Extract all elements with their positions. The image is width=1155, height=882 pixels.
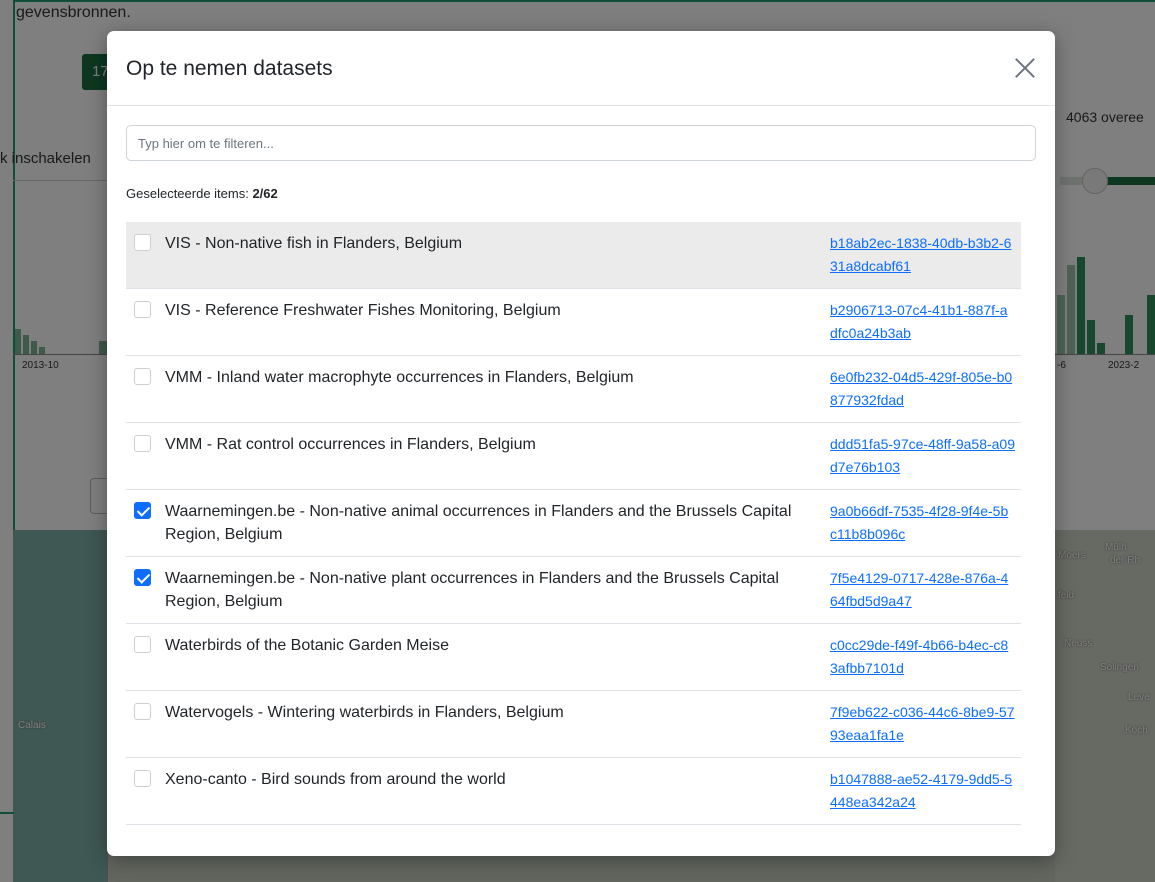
dataset-uuid-link[interactable]: 9a0b66df-7535-4f28-9f4e-5bc11b8b096c [830,500,1015,546]
modal-title: Op te nemen datasets [126,57,333,80]
dataset-list[interactable]: VIS - Non-native fish in Flanders, Belgi… [126,222,1036,826]
dataset-uuid-link[interactable]: 7f9eb622-c036-44c6-8be9-5793eaa1fa1e [830,701,1015,747]
dataset-uuid-link[interactable]: c0cc29de-f49f-4b66-b4ec-c83afbb7101d [830,634,1015,680]
dataset-row[interactable]: Waarnemingen.be - Non-native plant occur… [126,557,1021,624]
selected-items-label: Geselecteerde items: [126,186,253,201]
datasets-modal: Op te nemen datasets Geselecteerde items… [107,31,1055,856]
checkbox[interactable] [134,368,151,385]
dataset-title: Waarnemingen.be - Non-native animal occu… [165,503,792,543]
dataset-row[interactable]: Watervogels - Wintering waterbirds in Fl… [126,691,1021,758]
checkbox[interactable] [134,301,151,318]
checkbox[interactable] [134,636,151,653]
checkbox[interactable] [134,770,151,787]
filter-input[interactable] [126,125,1036,161]
dataset-row[interactable]: Waterbirds of the Botanic Garden Meise c0… [126,624,1021,691]
dataset-title: VIS - Non-native fish in Flanders, Belgi… [165,235,463,252]
dataset-uuid-link[interactable]: b1047888-ae52-4179-9dd5-5448ea342a24 [830,768,1015,814]
dataset-uuid-link[interactable]: 6e0fb232-04d5-429f-805e-b0877932fdad [830,366,1015,412]
dataset-title: Waterbirds of the Botanic Garden Meise [165,637,449,654]
dataset-title: Watervogels - Wintering waterbirds in Fl… [165,704,564,721]
dataset-title: Xeno-canto - Bird sounds from around the… [165,771,506,788]
dataset-uuid-link[interactable]: b18ab2ec-1838-40db-b3b2-631a8dcabf61 [830,232,1015,278]
close-icon[interactable] [1012,55,1038,81]
checkbox[interactable] [134,435,151,452]
dataset-row[interactable]: VIS - Non-native fish in Flanders, Belgi… [126,222,1021,289]
dataset-row[interactable]: VMM - Inland water macrophyte occurrence… [126,356,1021,423]
checkbox-checked[interactable] [134,569,151,586]
selected-items-value: 2/62 [252,186,278,201]
dataset-row[interactable]: Xeno-canto - Bird sounds from around the… [126,758,1021,825]
checkbox[interactable] [134,703,151,720]
selected-items-count: Geselecteerde items: 2/62 [126,186,278,201]
checkbox[interactable] [134,234,151,251]
dataset-row[interactable]: Waarnemingen.be - Non-native animal occu… [126,490,1021,557]
dataset-title: VIS - Reference Freshwater Fishes Monito… [165,302,561,319]
modal-header: Op te nemen datasets [107,31,1055,106]
dataset-uuid-link[interactable]: 7f5e4129-0717-428e-876a-464fbd5d9a47 [830,567,1015,613]
dataset-title: VMM - Inland water macrophyte occurrence… [165,369,634,386]
dataset-title: VMM - Rat control occurrences in Flander… [165,436,536,453]
dataset-title: Waarnemingen.be - Non-native plant occur… [165,570,779,610]
dataset-row[interactable]: VIS - Reference Freshwater Fishes Monito… [126,289,1021,356]
checkbox-checked[interactable] [134,502,151,519]
dataset-row[interactable]: VMM - Rat control occurrences in Flander… [126,423,1021,490]
dataset-uuid-link[interactable]: ddd51fa5-97ce-48ff-9a58-a09d7e76b103 [830,433,1015,479]
dataset-uuid-link[interactable]: b2906713-07c4-41b1-887f-adfc0a24b3ab [830,299,1015,345]
